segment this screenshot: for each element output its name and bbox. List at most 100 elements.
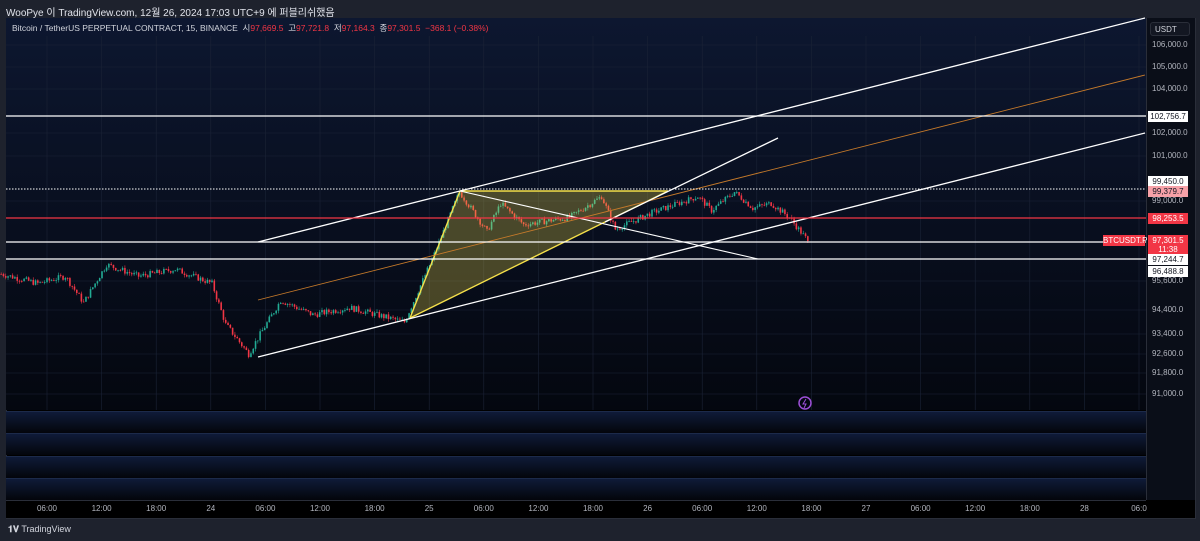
candle-body [243,346,245,348]
candle-body [204,281,206,283]
candle-body [662,205,665,208]
candle-body [167,268,170,272]
candle-body [719,201,722,204]
open-value: 97,669.5 [250,23,284,33]
candle-body [144,273,147,276]
candle-body [197,274,200,281]
candle-body [341,310,344,313]
candle-body [394,317,397,320]
candle-body [229,325,232,328]
candle-body [112,264,115,268]
candle-body [247,349,250,358]
candle-body [263,327,266,331]
candle-body [804,233,807,237]
price-label: 97,244.7 [1148,254,1188,265]
candle-body [64,278,67,280]
candle-body [94,283,96,288]
candle-body [752,207,754,210]
candle-body [367,309,369,312]
price-tick: 102,000.0 [1152,128,1188,137]
candle-body [183,273,186,276]
candle-body [25,277,28,279]
candle-body [151,271,154,273]
time-tick: 28 [1079,504,1089,513]
candle-body [777,207,779,210]
candle-body [20,280,23,282]
candle-body [286,303,289,305]
candle-body [39,281,41,283]
candle-body [616,228,619,230]
candle-body [307,310,310,312]
candle-body [754,207,756,210]
candle-body [717,203,720,206]
candle-body [619,228,621,230]
candle-body [392,316,394,318]
time-tick: 06:00 [692,504,713,513]
candle-body [82,301,85,303]
change-value: −368.1 (−0.38%) [425,23,489,33]
candle-body [176,268,179,271]
price-tick: 99,000.0 [1152,196,1184,205]
candle-body [328,309,330,313]
candle-body [332,310,335,314]
candle-body [348,308,351,310]
candle-body [240,342,243,347]
candle-body [678,202,681,206]
candle-body [362,312,365,314]
candle-body [729,195,731,197]
candle-body [756,206,759,208]
candle-body [786,214,789,218]
time-tick: 06:00 [910,504,931,513]
candle-body [48,278,51,281]
price-label: 102,756.7 [1148,111,1188,122]
candle-body [768,202,770,204]
candle-body [153,272,156,274]
candle-body [697,197,699,199]
candle-body [135,272,138,274]
low-label: 저 [333,23,342,33]
candle-body [733,192,736,196]
candle-body [653,209,656,211]
candle-body [694,198,697,201]
candle-body [96,281,99,284]
candle-body [179,268,181,270]
candle-body [238,338,241,343]
candle-body [9,275,12,277]
tradingview-logo[interactable]: 𝟏𝐕 TradingView [8,524,71,535]
candle-body [784,209,786,215]
candle-body [344,310,346,311]
candle-body [724,196,727,202]
candle-body [357,306,360,312]
candle-body [202,277,204,282]
close-value: 97,301.5 [387,23,421,33]
candle-body [252,348,255,354]
candle-body [701,197,704,200]
candle-body [735,192,738,193]
channel-mid-line [257,74,1146,301]
candle-body [779,207,782,213]
time-tick: 27 [861,504,871,513]
candle-body [373,312,376,316]
candle-body [800,227,802,234]
price-tick: 95,600.0 [1152,276,1184,285]
candle-body [78,292,80,294]
candle-body [305,308,307,311]
candle-body [231,327,234,335]
candle-body [295,306,298,310]
candle-body [667,205,669,211]
candle-body [630,221,633,222]
candle-body [334,310,337,313]
currency-button[interactable]: USDT [1150,22,1190,36]
candle-body [763,204,766,206]
price-label: 99,379.7 [1148,186,1188,197]
candle-body [227,322,229,326]
candle-body [149,271,151,278]
candle-body [749,206,752,208]
candle-body [277,303,280,311]
candle-body [41,281,44,283]
candle-body [34,280,37,285]
candle-body [758,204,761,207]
candle-body [75,289,78,293]
candle-body [11,275,14,279]
channel-lower-line [257,132,1146,358]
